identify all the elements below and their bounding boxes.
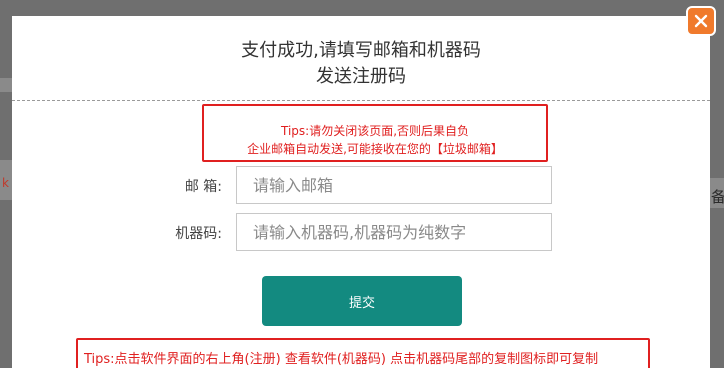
email-input[interactable] xyxy=(236,166,552,204)
background-text-right: 备 xyxy=(711,188,724,206)
modal-title-line2: 发送注册码 xyxy=(316,66,406,87)
close-icon xyxy=(694,14,708,28)
bottom-tips-box: Tips:点击软件界面的右上角(注册) 查看软件(机器码) 点击机器码尾部的复制… xyxy=(76,338,650,368)
close-button[interactable] xyxy=(686,6,716,36)
machine-code-label: 机器码: xyxy=(175,226,222,242)
submit-button[interactable]: 提交 xyxy=(262,276,462,326)
machine-code-input[interactable] xyxy=(236,213,552,251)
modal-title: 支付成功,请填写邮箱和机器码 发送注册码 xyxy=(12,38,710,90)
divider xyxy=(12,100,710,101)
tips-line2: 企业邮箱自动发送,可能接收在您的【垃圾邮箱】 xyxy=(247,142,503,156)
modal-title-line1: 支付成功,请填写邮箱和机器码 xyxy=(241,40,481,61)
email-label: 邮 箱: xyxy=(184,179,222,195)
register-modal: 支付成功,请填写邮箱和机器码 发送注册码 Tips:请勿关闭该页面,否则后果自负… xyxy=(12,16,710,368)
tips-box: Tips:请勿关闭该页面,否则后果自负 企业邮箱自动发送,可能接收在您的【垃圾邮… xyxy=(202,104,548,162)
tips-line1: Tips:请勿关闭该页面,否则后果自负 xyxy=(280,124,470,138)
background-text-left: k xyxy=(2,176,9,190)
bottom-tips-text: Tips:点击软件界面的右上角(注册) 查看软件(机器码) 点击机器码尾部的复制… xyxy=(84,352,599,367)
